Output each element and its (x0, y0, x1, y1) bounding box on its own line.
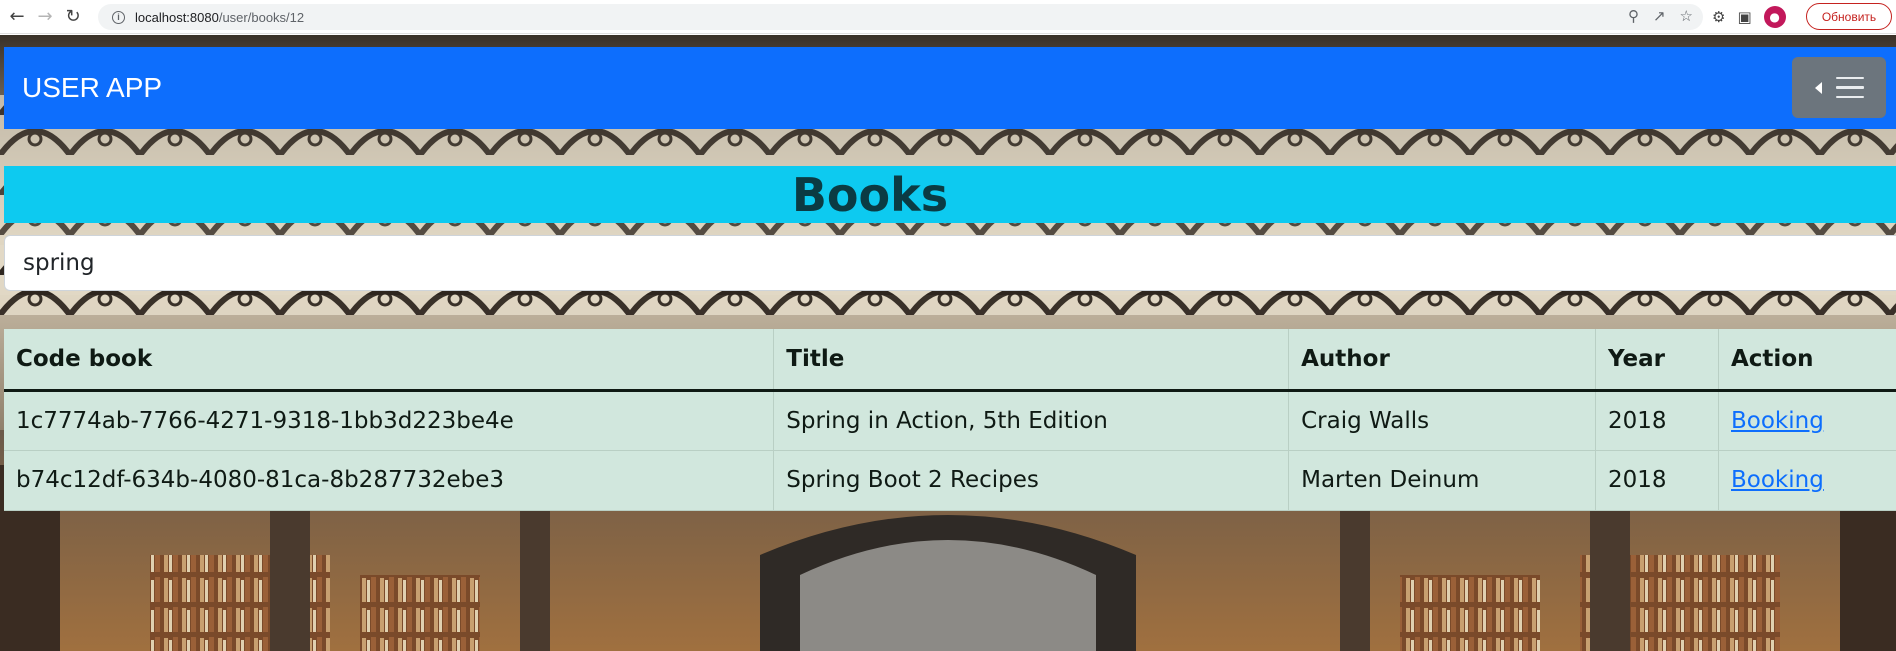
bookmark-star-icon[interactable]: ☆ (1680, 7, 1693, 25)
app-brand[interactable]: USER APP (22, 72, 162, 104)
column-header-year: Year (1595, 329, 1719, 392)
menu-toggle-button[interactable] (1792, 57, 1886, 118)
top-navbar: USER APP (4, 47, 1896, 129)
caret-left-icon (1814, 81, 1822, 94)
back-arrow-icon[interactable]: ← (6, 6, 28, 28)
profile-avatar[interactable]: ● (1763, 6, 1786, 28)
column-header-code: Code book (4, 329, 775, 392)
site-info-icon[interactable]: i (112, 10, 125, 24)
browser-toolbar: ← → ↻ i localhost:8080/user/books/12 ⚲ ↗… (0, 0, 1896, 34)
search-input[interactable] (4, 235, 1896, 291)
hamburger-icon (1835, 76, 1864, 99)
forward-arrow-icon[interactable]: → (34, 6, 56, 28)
book-year: 2018 (1595, 450, 1719, 511)
column-header-action: Action (1718, 329, 1896, 392)
column-header-author: Author (1288, 329, 1597, 392)
url-host: localhost:8080 (135, 9, 219, 25)
book-title: Spring Boot 2 Recipes (773, 450, 1290, 511)
page-title-banner: Books (4, 166, 1896, 223)
booking-link[interactable]: Booking (1731, 408, 1824, 434)
side-panel-icon[interactable]: ▣ (1737, 8, 1751, 26)
book-author: Marten Deinum (1288, 450, 1597, 511)
booking-link[interactable]: Booking (1731, 467, 1824, 493)
share-icon[interactable]: ↗ (1653, 7, 1666, 25)
reload-icon[interactable]: ↻ (62, 6, 84, 28)
update-browser-button[interactable]: Обновить (1806, 3, 1892, 30)
page-title: Books (791, 167, 949, 222)
book-year: 2018 (1595, 390, 1719, 451)
column-header-title: Title (773, 329, 1290, 392)
book-title: Spring in Action, 5th Edition (773, 390, 1290, 451)
table-row: b74c12df-634b-4080-81ca-8b287732ebe3 Spr… (4, 450, 1896, 511)
books-table: Code book Title Author Year Action 1c777… (4, 329, 1896, 511)
table-header-row: Code book Title Author Year Action (4, 329, 1896, 392)
booking-cell: Booking (1718, 450, 1896, 511)
zoom-icon[interactable]: ⚲ (1628, 7, 1639, 25)
book-code: 1c7774ab-7766-4271-9318-1bb3d223be4e (4, 390, 775, 451)
page-viewport: USER APP Books Code book Title Author Ye… (0, 35, 1896, 651)
book-code: b74c12df-634b-4080-81ca-8b287732ebe3 (4, 450, 775, 511)
booking-cell: Booking (1718, 390, 1896, 451)
book-author: Craig Walls (1288, 390, 1597, 451)
url-path: /user/books/12 (218, 9, 305, 25)
table-row: 1c7774ab-7766-4271-9318-1bb3d223be4e Spr… (4, 390, 1896, 451)
address-bar[interactable]: i localhost:8080/user/books/12 ⚲ ↗ ☆ (98, 4, 1703, 30)
extensions-puzzle-icon[interactable]: ⚙ (1712, 8, 1725, 26)
